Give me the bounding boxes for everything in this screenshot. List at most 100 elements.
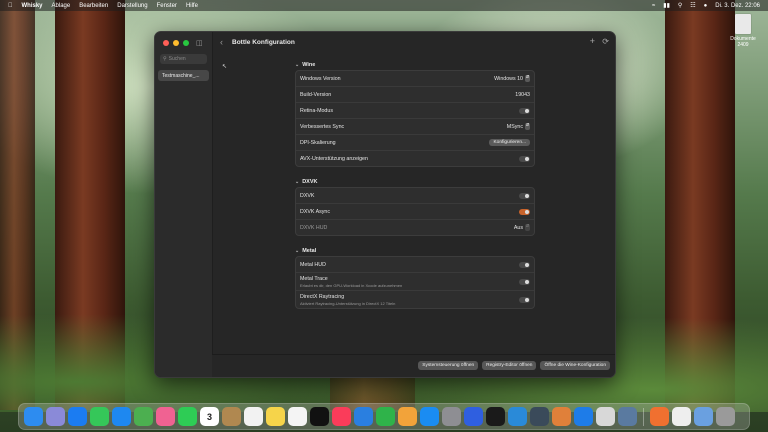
raytracing-toggle[interactable] <box>519 296 530 303</box>
app-window: ◫ ⚲ Suchen Testmaschine_... ‹ Bottle Kon… <box>154 31 616 378</box>
messages-icon[interactable] <box>90 407 109 426</box>
reminders-icon[interactable] <box>244 407 263 426</box>
zoom-button[interactable] <box>183 40 189 46</box>
whale-icon[interactable] <box>508 407 527 426</box>
appstore-icon[interactable] <box>420 407 439 426</box>
open-registry-editor-button[interactable]: Registry-Editor öffnen <box>482 361 537 370</box>
build-version-field[interactable]: 19043 <box>515 92 530 98</box>
tv-icon[interactable] <box>310 407 329 426</box>
photos-icon[interactable] <box>156 407 175 426</box>
menu-bar:  Whisky Ablage Bearbeiten Darstellung F… <box>0 0 768 11</box>
chevron-down-icon: ⌄ <box>295 179 300 185</box>
refresh-icon[interactable]: ⟳ <box>602 37 609 46</box>
siri-icon[interactable]: ● <box>704 3 708 9</box>
popup-stepper-icon: ⇵ <box>525 123 530 130</box>
open-control-panel-button[interactable]: Systemsteuerung öffnen <box>418 361 479 370</box>
metal-trace-toggle[interactable] <box>519 278 530 285</box>
section-header-dxvk[interactable]: ⌄ DXVK <box>295 177 535 187</box>
sync-select[interactable]: MSync ⇵ <box>507 123 530 130</box>
menu-item-bearbeiten[interactable]: Bearbeiten <box>79 3 108 9</box>
row-dpi: DPI-Skalierung Konfigurieren... <box>296 135 534 151</box>
row-sync: Verbessertes Sync MSync ⇵ <box>296 119 534 135</box>
menu-item-hilfe[interactable]: Hilfe <box>186 3 198 9</box>
back-chevron-icon[interactable]: ‹ <box>220 37 223 47</box>
apple-icon[interactable]:  <box>8 3 13 9</box>
desktop-file-label: Dokumente 2409 <box>730 36 756 48</box>
search-icon[interactable]: ⚲ <box>678 3 682 9</box>
sidebar-item-label: Testmaschine_... <box>162 72 200 79</box>
mail-icon[interactable] <box>112 407 131 426</box>
settings-icon[interactable] <box>442 407 461 426</box>
chevron-down-icon: ⌄ <box>295 248 300 254</box>
metal-settings-group: Metal HUD Metal Trace Erlaubt es dir, de… <box>295 256 535 309</box>
trash-icon[interactable] <box>716 407 735 426</box>
document-icon <box>735 14 751 34</box>
xcode-icon[interactable] <box>574 407 593 426</box>
page-title: Bottle Konfiguration <box>232 39 295 46</box>
avx-toggle[interactable] <box>519 155 530 162</box>
launchpad-icon[interactable] <box>46 407 65 426</box>
dock-separator <box>643 407 644 426</box>
cube-icon[interactable] <box>464 407 483 426</box>
dxvk-toggle[interactable] <box>519 192 530 199</box>
sidebar-toggle-icon[interactable]: ◫ <box>196 39 203 47</box>
menu-item-darstellung[interactable]: Darstellung <box>117 3 147 9</box>
finder-icon[interactable] <box>24 407 43 426</box>
freeform-icon[interactable] <box>288 407 307 426</box>
row-raytracing: DirectX Raytracing Aktiviert Raytracing-… <box>296 291 534 308</box>
steam-icon[interactable] <box>530 407 549 426</box>
popup-stepper-icon: ⇵ <box>525 224 530 231</box>
search-input[interactable]: ⚲ Suchen <box>160 54 207 64</box>
xcode-like-icon[interactable] <box>486 407 505 426</box>
crossover-icon[interactable] <box>650 407 669 426</box>
menu-app-name[interactable]: Whisky <box>22 3 43 9</box>
contacts-icon[interactable] <box>222 407 241 426</box>
whisky-icon[interactable] <box>552 407 571 426</box>
dxvk-async-toggle[interactable] <box>519 208 530 215</box>
pages-icon[interactable] <box>398 407 417 426</box>
row-dxvk-async: DXVK Async <box>296 204 534 220</box>
file-icon[interactable] <box>672 407 691 426</box>
metal-hud-toggle[interactable] <box>519 261 530 268</box>
control-center-icon[interactable]: ☷ <box>690 3 695 9</box>
configure-button[interactable]: Konfigurieren... <box>489 139 530 146</box>
search-placeholder: Suchen <box>168 56 186 62</box>
menu-clock[interactable]: Di. 3. Dez. 22:06 <box>715 3 760 9</box>
music-icon[interactable] <box>332 407 351 426</box>
desktop-file[interactable]: Dokumente 2409 <box>724 14 762 48</box>
wifi-icon[interactable]: ≈ <box>652 3 655 9</box>
robot-icon[interactable] <box>618 407 637 426</box>
sidebar-item-bottle[interactable]: Testmaschine_... <box>158 70 209 81</box>
row-dxvk: DXVK <box>296 188 534 204</box>
popup-stepper-icon: ⇵ <box>525 75 530 82</box>
menu-item-ablage[interactable]: Ablage <box>52 3 71 9</box>
battery-icon[interactable]: ▮▮ <box>663 3 670 9</box>
row-dxvk-hud: DXVK HUD Aus ⇵ <box>300 223 530 231</box>
script-icon[interactable] <box>596 407 615 426</box>
folder-icon[interactable] <box>694 407 713 426</box>
section-header-metal[interactable]: ⌄ Metal <box>295 246 535 256</box>
keynote-icon[interactable] <box>354 407 373 426</box>
row-metal-hud: Metal HUD <box>296 257 534 273</box>
menu-item-fenster[interactable]: Fenster <box>157 3 177 9</box>
open-wine-config-button[interactable]: Öffne die Wine-Konfiguration <box>540 361 610 370</box>
calendar-icon[interactable]: 3 <box>200 407 219 426</box>
notes-icon[interactable] <box>266 407 285 426</box>
maps-icon[interactable] <box>134 407 153 426</box>
toolbar: ‹ Bottle Konfiguration + ⟳ <box>212 32 615 54</box>
add-icon[interactable]: + <box>590 36 595 46</box>
dxvk-hud-select[interactable]: Aus ⇵ <box>514 224 530 231</box>
facetime-icon[interactable] <box>178 407 197 426</box>
chevron-down-icon: ⌄ <box>295 62 300 68</box>
metal-trace-description: Erlaubt es dir, den GPU-Workload in Xcod… <box>300 282 403 288</box>
minimize-button[interactable] <box>173 40 179 46</box>
sidebar: ◫ ⚲ Suchen Testmaschine_... <box>155 32 213 377</box>
close-button[interactable] <box>163 40 169 46</box>
retina-toggle[interactable] <box>519 107 530 114</box>
row-build-version: Build-Version 19043 <box>296 87 534 103</box>
section-header-wine[interactable]: ⌄ Wine <box>295 60 535 70</box>
safari-icon[interactable] <box>68 407 87 426</box>
windows-version-select[interactable]: Windows 10 ⇵ <box>494 75 530 82</box>
dock: 3 <box>18 403 750 430</box>
numbers-icon[interactable] <box>376 407 395 426</box>
